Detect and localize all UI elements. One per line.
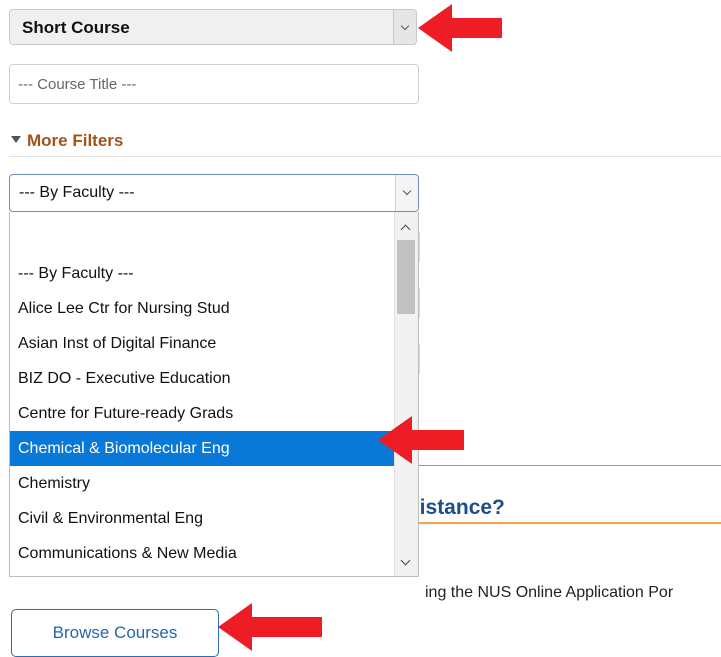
dropdown-scrollbar[interactable] — [394, 212, 418, 576]
browse-courses-button[interactable]: Browse Courses — [11, 609, 219, 657]
help-text: ing the NUS Online Application Por — [425, 584, 674, 601]
faculty-option[interactable]: BIZ DO - Executive Education — [10, 361, 395, 396]
faculty-option[interactable]: Civil & Environmental Eng — [10, 501, 395, 536]
faculty-select[interactable]: --- By Faculty --- — [9, 174, 419, 212]
heading-underline — [395, 522, 721, 524]
faculty-select-value: --- By Faculty --- — [19, 184, 135, 201]
red-arrow-icon — [218, 603, 322, 651]
scroll-up-icon[interactable] — [400, 224, 411, 235]
red-arrow-icon — [378, 416, 464, 464]
section-divider — [395, 465, 721, 466]
faculty-option[interactable]: Communications & New Media — [10, 536, 395, 571]
faculty-dropdown-list[interactable]: --- By Faculty --- Alice Lee Ctr for Nur… — [9, 212, 419, 577]
faculty-option[interactable]: Chemistry — [10, 466, 395, 501]
course-type-dropdown-button[interactable] — [393, 10, 416, 44]
scroll-down-icon[interactable] — [400, 555, 411, 566]
more-filters-label: More Filters — [27, 131, 124, 150]
course-type-value: Short Course — [22, 18, 130, 37]
faculty-option[interactable]: Asian Inst of Digital Finance — [10, 326, 395, 361]
chevron-down-icon — [400, 21, 410, 31]
faculty-dropdown-button[interactable] — [395, 175, 418, 211]
faculty-option-highlighted[interactable]: Chemical & Biomolecular Eng — [10, 431, 395, 466]
more-filters-toggle[interactable]: More Filters — [11, 131, 123, 151]
chevron-down-icon — [402, 186, 412, 196]
divider — [9, 156, 721, 157]
faculty-option[interactable]: --- By Faculty --- — [10, 256, 395, 291]
scrollbar-thumb[interactable] — [397, 240, 415, 314]
faculty-options: --- By Faculty --- Alice Lee Ctr for Nur… — [10, 256, 395, 571]
red-arrow-icon — [418, 4, 502, 52]
triangle-down-icon — [11, 136, 21, 144]
assistance-heading: sistance? — [408, 496, 505, 519]
faculty-option[interactable]: Alice Lee Ctr for Nursing Stud — [10, 291, 395, 326]
course-type-select[interactable]: Short Course — [9, 9, 417, 45]
faculty-option[interactable]: Centre for Future-ready Grads — [10, 396, 395, 431]
course-title-input[interactable] — [9, 64, 419, 104]
